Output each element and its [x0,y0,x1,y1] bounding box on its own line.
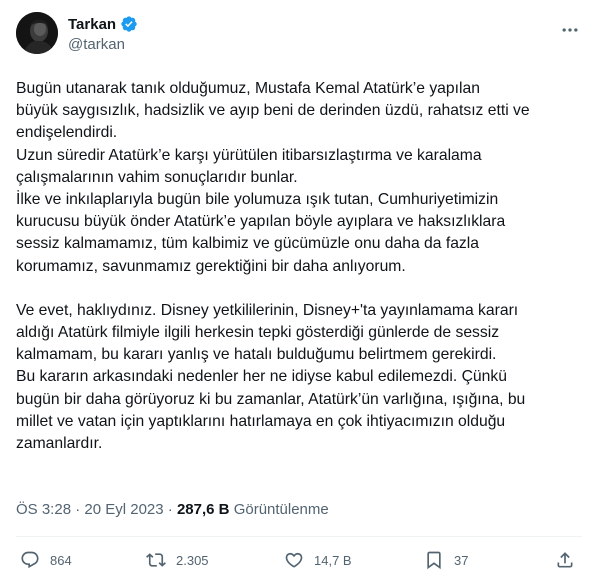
avatar-photo [16,12,58,54]
action-bar: 864 2.305 14,7 B 37 [16,548,582,574]
views-label: Görüntülenme [233,501,329,518]
tweet-header: Tarkan @tarkan [16,10,582,58]
meta-separator-1: · [71,501,85,518]
reply-bubble-icon [21,551,39,569]
retweet-icon [146,553,166,567]
reply-count: 864 [50,552,72,568]
like-button[interactable]: 14,7 B [284,548,352,572]
bookmark-count: 37 [454,552,469,568]
author-names: Tarkan @tarkan [68,14,138,53]
tweet-meta: ÖS 3:28 · 20 Eyl 2023 · 287,6 B Görüntül… [16,501,329,518]
tweet-date[interactable]: 20 Eyl 2023 [84,501,163,518]
display-name-row: Tarkan [68,14,138,34]
tweet-card: Tarkan @tarkan Bugün utanarak tanık oldu… [0,0,598,582]
avatar[interactable] [16,12,58,54]
share-icon [557,552,573,568]
author-handle[interactable]: @tarkan [68,36,138,53]
display-name[interactable]: Tarkan [68,16,116,33]
more-options-button[interactable] [558,18,582,42]
heart-icon [285,552,303,568]
verified-badge-icon [120,15,138,33]
views-count[interactable]: 287,6 B [177,501,230,518]
tweet-text: Bugün utanarak tanık olduğumuz, Mustafa … [16,78,586,455]
reply-button[interactable]: 864 [20,548,72,572]
share-button[interactable] [555,548,575,572]
tweet-time[interactable]: ÖS 3:28 [16,501,71,518]
retweet-count: 2.305 [176,552,209,568]
more-horizontal-icon [562,28,578,32]
tweet-paragraph-1: Bugün utanarak tanık olduğumuz, Mustafa … [16,80,530,275]
bookmark-icon [427,551,441,570]
tweet-paragraph-2: Ve evet, haklıydınız. Disney yetkilileri… [16,301,526,453]
like-count: 14,7 B [314,552,352,568]
meta-separator-2: · [163,501,177,518]
retweet-button[interactable]: 2.305 [146,548,209,572]
divider [16,536,582,537]
bookmark-button[interactable]: 37 [424,548,468,572]
